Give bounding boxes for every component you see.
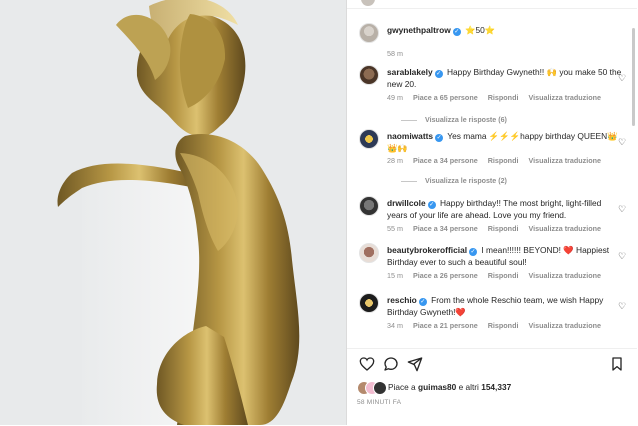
time: 28 m xyxy=(387,156,403,165)
likes-count[interactable]: Piace a 65 persone xyxy=(413,93,478,102)
heart-icon[interactable]: ♡ xyxy=(617,204,627,214)
username[interactable]: reschio xyxy=(387,295,417,305)
likes-count[interactable]: Piace a 34 persone xyxy=(413,156,478,165)
bookmark-icon[interactable] xyxy=(609,356,625,372)
comment-text: gwynethpaltrow ✓ ⭐50⭐ xyxy=(387,25,623,37)
reply-link[interactable]: Rispondi xyxy=(488,321,519,330)
comment-list[interactable]: gwynethpaltrow ✓ ⭐50⭐ 58 m sarablakely ✓ H… xyxy=(347,10,637,348)
likes-count[interactable]: Piace a 34 persone xyxy=(413,224,478,233)
comment-meta: 34 m Piace a 21 persone Rispondi Visuali… xyxy=(387,321,609,330)
translation-link[interactable]: Visualizza traduzione xyxy=(528,93,601,102)
likes-text[interactable]: Piace a guimas80 e altri 154,337 xyxy=(388,382,511,392)
username[interactable]: beautybrokerofficial xyxy=(387,245,467,255)
reply-link[interactable]: Rispondi xyxy=(488,156,519,165)
avatar xyxy=(373,381,387,395)
liker-username[interactable]: guimas80 xyxy=(418,382,456,392)
heart-icon[interactable]: ♡ xyxy=(617,137,627,147)
avatar[interactable] xyxy=(359,196,379,216)
time: 49 m xyxy=(387,93,403,102)
scrollbar[interactable] xyxy=(632,28,635,126)
translation-link[interactable]: Visualizza traduzione xyxy=(528,271,601,280)
translation-link[interactable]: Visualizza traduzione xyxy=(528,321,601,330)
reply-link[interactable]: Rispondi xyxy=(488,224,519,233)
verified-icon: ✓ xyxy=(469,248,478,256)
post-time: 58 MINUTI FA xyxy=(357,399,402,406)
verified-icon: ✓ xyxy=(435,134,444,142)
avatar[interactable] xyxy=(359,129,379,149)
time: 15 m xyxy=(387,271,403,280)
username[interactable]: drwillcole xyxy=(387,198,426,208)
comment-drwillcole: drwillcole ✓ Happy birthday!! The most br… xyxy=(359,196,626,240)
post-photo xyxy=(0,0,346,425)
likes-middle: e altri xyxy=(458,382,479,392)
heart-icon[interactable]: ♡ xyxy=(617,251,627,261)
comment-text: drwillcole ✓ Happy birthday!! The most br… xyxy=(387,198,623,221)
comment-beautybrokerofficial: beautybrokerofficial ✓ I mean!!!!!! BEYON… xyxy=(359,243,626,287)
comment-sarablakely: sarablakely ✓ Happy Birthday Gwyneth!! 🙌 … xyxy=(359,65,626,130)
action-icons xyxy=(359,355,625,375)
avatar[interactable] xyxy=(359,65,379,85)
panel-top xyxy=(347,0,637,9)
likes-prefix: Piace a xyxy=(388,382,416,392)
time: 34 m xyxy=(387,321,403,330)
share-icon[interactable] xyxy=(407,356,423,372)
photo-illustration xyxy=(0,0,346,425)
heart-icon[interactable]: ♡ xyxy=(617,73,627,83)
comment-meta: 58 m xyxy=(387,49,411,58)
comment-gwyneth: gwynethpaltrow ✓ ⭐50⭐ 58 m xyxy=(359,23,623,63)
likes-count[interactable]: Piace a 26 persone xyxy=(413,271,478,280)
avatar[interactable] xyxy=(361,0,375,6)
comment-meta: 15 m Piace a 26 persone Rispondi Visuali… xyxy=(387,271,609,280)
comment-text: beautybrokerofficial ✓ I mean!!!!!! BEYON… xyxy=(387,245,623,268)
username[interactable]: sarablakely xyxy=(387,67,433,77)
comment-reschio: reschio ✓ From the whole Reschio team, we… xyxy=(359,293,626,338)
comment-meta: 28 m Piace a 34 persone Rispondi Visuali… xyxy=(387,156,609,165)
avatar[interactable] xyxy=(359,243,379,263)
comment-text: sarablakely ✓ Happy Birthday Gwyneth!! 🙌 … xyxy=(387,67,623,90)
verified-icon: ✓ xyxy=(452,28,461,36)
reply-link[interactable]: Rispondi xyxy=(488,93,519,102)
username[interactable]: gwynethpaltrow xyxy=(387,25,451,35)
comment-text: naomiwatts ✓ Yes mama ⚡⚡⚡happy birthday Q… xyxy=(387,131,623,154)
comment-text: reschio ✓ From the whole Reschio team, we… xyxy=(387,295,623,318)
liker-avatars xyxy=(357,381,387,395)
time: 58 m xyxy=(387,49,403,58)
verified-icon: ✓ xyxy=(434,70,443,78)
view-replies[interactable]: Visualizza le risposte (2) xyxy=(401,177,507,185)
likes-count[interactable]: Piace a 21 persone xyxy=(413,321,478,330)
likes-count[interactable]: 154,337 xyxy=(481,382,511,392)
comment-meta: 55 m Piace a 34 persone Rispondi Visuali… xyxy=(387,224,609,233)
avatar[interactable] xyxy=(359,23,379,43)
avatar[interactable] xyxy=(359,293,379,313)
comment-icon[interactable] xyxy=(383,356,399,372)
time: 55 m xyxy=(387,224,403,233)
comment-meta: 49 m Piace a 65 persone Rispondi Visuali… xyxy=(387,93,609,102)
heart-icon[interactable]: ♡ xyxy=(617,301,627,311)
view-replies[interactable]: Visualizza le risposte (6) xyxy=(401,116,507,124)
comments-panel: gwynethpaltrow ✓ ⭐50⭐ 58 m sarablakely ✓ H… xyxy=(346,0,638,426)
translation-link[interactable]: Visualizza traduzione xyxy=(528,224,601,233)
translation-link[interactable]: Visualizza traduzione xyxy=(528,156,601,165)
comment-naomiwatts: naomiwatts ✓ Yes mama ⚡⚡⚡happy birthday Q… xyxy=(359,129,626,193)
verified-icon: ✓ xyxy=(418,298,427,306)
heart-icon[interactable] xyxy=(359,356,375,372)
likes-summary[interactable]: Piace a guimas80 e altri 154,337 xyxy=(357,381,627,395)
username[interactable]: naomiwatts xyxy=(387,131,433,141)
post-actions: Piace a guimas80 e altri 154,337 58 MINU… xyxy=(347,348,637,426)
reply-link[interactable]: Rispondi xyxy=(488,271,519,280)
verified-icon: ✓ xyxy=(427,201,436,209)
comment-message: ⭐50⭐ xyxy=(465,25,496,35)
